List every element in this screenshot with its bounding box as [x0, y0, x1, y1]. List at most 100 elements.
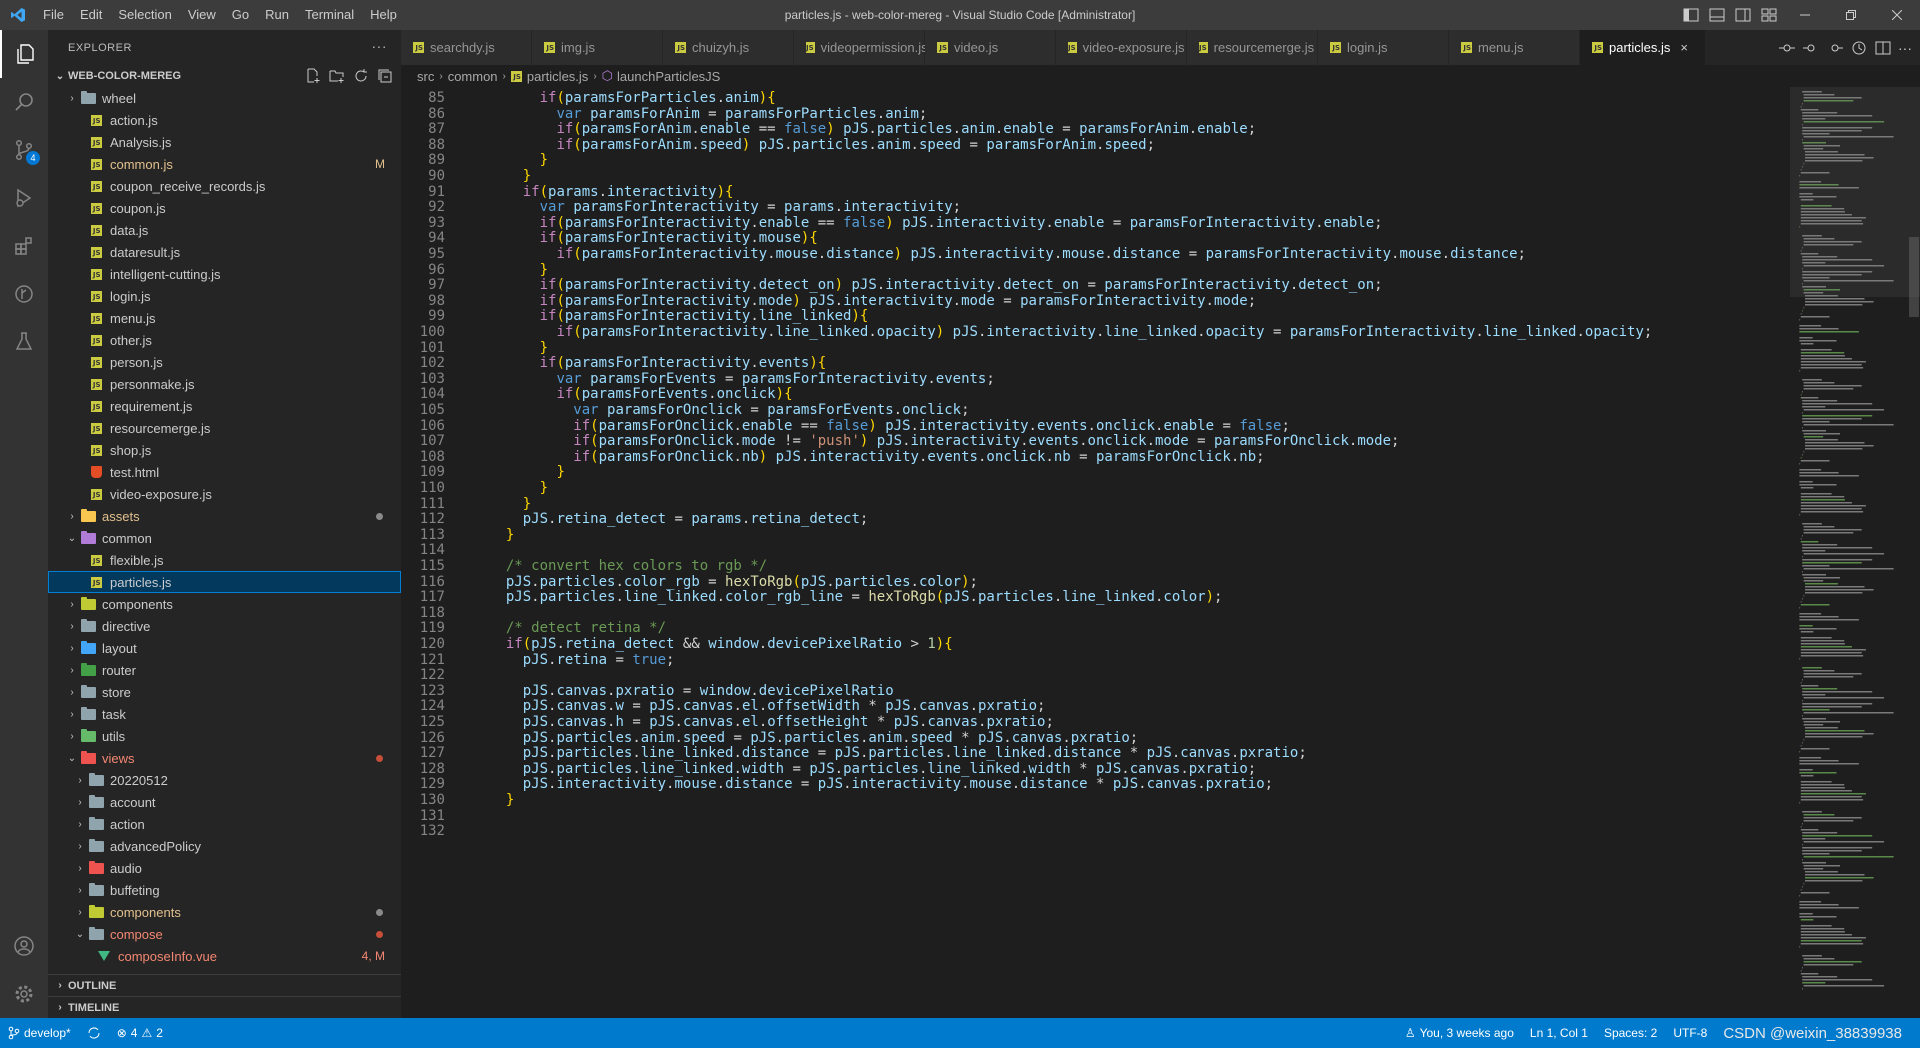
vertical-scrollbar[interactable]: [1906, 87, 1920, 1018]
code-line[interactable]: if(paramsForInteractivity.mode) pJS.inte…: [489, 293, 1257, 309]
indentation[interactable]: Spaces: 2: [1596, 1026, 1665, 1040]
sync-status[interactable]: [79, 1026, 109, 1040]
manage-gear-icon[interactable]: [0, 970, 48, 1018]
minimap[interactable]: [1790, 87, 1920, 1018]
code-line[interactable]: if(paramsForInteractivity.line_linked.op…: [489, 324, 1652, 340]
run-debug-activity-icon[interactable]: [0, 174, 48, 222]
file-item[interactable]: JS dataresult.js: [48, 241, 401, 263]
file-item[interactable]: JS intelligent-cutting.js: [48, 263, 401, 285]
close-tab-icon[interactable]: ×: [1680, 40, 1688, 55]
open-changes-icon[interactable]: [1778, 39, 1796, 57]
git-blame-status[interactable]: ♙ You, 3 weeks ago: [1397, 1026, 1522, 1040]
minimap-slider[interactable]: [1790, 87, 1920, 297]
menu-terminal[interactable]: Terminal: [297, 0, 362, 30]
file-item[interactable]: JS login.js: [48, 285, 401, 307]
file-item[interactable]: JS particles.js: [48, 571, 401, 593]
search-activity-icon[interactable]: [0, 78, 48, 126]
code-line[interactable]: var paramsForOnclick = paramsForEvents.o…: [489, 402, 969, 418]
file-item[interactable]: JS menu.js: [48, 307, 401, 329]
code-line[interactable]: if(paramsForInteractivity.enable == fals…: [489, 215, 1383, 231]
menu-file[interactable]: File: [35, 0, 72, 30]
folder-item[interactable]: › store: [48, 681, 401, 703]
code-line[interactable]: pJS.particles.anim.speed = pJS.particles…: [489, 730, 1138, 746]
editor-tab[interactable]: JS video-exposure.js: [1056, 30, 1187, 65]
code-line[interactable]: }: [489, 152, 548, 168]
encoding[interactable]: UTF-8: [1665, 1026, 1715, 1040]
code-line[interactable]: pJS.retina = true;: [489, 652, 675, 668]
testing-activity-icon[interactable]: [0, 318, 48, 366]
menu-view[interactable]: View: [180, 0, 224, 30]
menu-go[interactable]: Go: [224, 0, 257, 30]
file-item[interactable]: JS resourcemerge.js: [48, 417, 401, 439]
folder-item[interactable]: ⌄ common: [48, 527, 401, 549]
breadcrumb-common[interactable]: common: [448, 69, 498, 84]
code-line[interactable]: /* convert hex colors to rgb */: [489, 558, 767, 574]
folder-item[interactable]: ⌄ views: [48, 747, 401, 769]
extensions-activity-icon[interactable]: [0, 222, 48, 270]
code-line[interactable]: if(pJS.retina_detect && window.devicePix…: [489, 636, 953, 652]
cursor-position[interactable]: Ln 1, Col 1: [1522, 1026, 1596, 1040]
editor-tab[interactable]: JS chuizyh.js: [663, 30, 794, 65]
explorer-activity-icon[interactable]: [0, 30, 48, 78]
toggle-sidebar-icon[interactable]: [1678, 0, 1704, 30]
more-editor-actions-icon[interactable]: ···: [1898, 40, 1912, 56]
folder-item[interactable]: › action: [48, 813, 401, 835]
code-line[interactable]: if(paramsForAnim.speed) pJS.particles.an…: [489, 137, 1155, 153]
file-item[interactable]: JS requirement.js: [48, 395, 401, 417]
file-item[interactable]: JS other.js: [48, 329, 401, 351]
code-line[interactable]: }: [489, 262, 548, 278]
breadcrumb-file[interactable]: particles.js: [527, 69, 588, 84]
file-item[interactable]: JS coupon.js: [48, 197, 401, 219]
code-line[interactable]: if(paramsForInteractivity.mouse.distance…: [489, 246, 1526, 262]
folder-item[interactable]: › buffeting: [48, 879, 401, 901]
code-line[interactable]: }: [489, 480, 548, 496]
timeline-icon[interactable]: [1850, 39, 1868, 57]
close-window-icon[interactable]: [1874, 0, 1920, 30]
code-line[interactable]: if(paramsForEvents.onclick){: [489, 386, 792, 402]
code-line[interactable]: }: [489, 496, 531, 512]
code-line[interactable]: pJS.particles.color_rgb = hexToRgb(pJS.p…: [489, 574, 978, 590]
editor-tab[interactable]: JS video.js: [925, 30, 1056, 65]
menu-help[interactable]: Help: [362, 0, 405, 30]
git-graph-activity-icon[interactable]: [0, 270, 48, 318]
accounts-activity-icon[interactable]: [0, 922, 48, 970]
outline-section[interactable]: › OUTLINE: [48, 974, 401, 996]
code-line[interactable]: pJS.particles.line_linked.color_rgb_line…: [489, 589, 1223, 605]
file-item[interactable]: JS personmake.js: [48, 373, 401, 395]
code-line[interactable]: }: [489, 527, 514, 543]
code-line[interactable]: pJS.particles.line_linked.width = pJS.pa…: [489, 761, 1256, 777]
code-line[interactable]: pJS.interactivity.mouse.distance = pJS.i…: [489, 776, 1273, 792]
code-line[interactable]: if(paramsForInteractivity.events){: [489, 355, 827, 371]
file-item[interactable]: JS coupon_receive_records.js: [48, 175, 401, 197]
file-item[interactable]: JS common.js M: [48, 153, 401, 175]
folder-item[interactable]: › audio: [48, 857, 401, 879]
code-line[interactable]: }: [489, 168, 531, 184]
problems-status[interactable]: ⊗ 4 ⚠ 2: [109, 1026, 171, 1040]
code-line[interactable]: pJS.retina_detect = params.retina_detect…: [489, 511, 869, 527]
code-line[interactable]: if(paramsForOnclick.mode != 'push') pJS.…: [489, 433, 1399, 449]
file-item[interactable]: JS action.js: [48, 109, 401, 131]
code-line[interactable]: if(paramsForAnim.enable == false) pJS.pa…: [489, 121, 1256, 137]
folder-item[interactable]: › assets: [48, 505, 401, 527]
new-folder-icon[interactable]: [329, 68, 345, 84]
restore-icon[interactable]: [1828, 0, 1874, 30]
customize-layout-icon[interactable]: [1756, 0, 1782, 30]
code-editor[interactable]: 85 if(paramsForParticles.anim){86 var pa…: [401, 87, 1791, 1018]
file-item[interactable]: test.html: [48, 461, 401, 483]
more-actions-icon[interactable]: ···: [372, 38, 388, 54]
folder-item[interactable]: › advancedPolicy: [48, 835, 401, 857]
refresh-icon[interactable]: [353, 68, 369, 84]
code-line[interactable]: if(paramsForOnclick.nb) pJS.interactivit…: [489, 449, 1264, 465]
split-editor-icon[interactable]: [1874, 39, 1892, 57]
branch-status[interactable]: develop*: [0, 1026, 79, 1040]
code-line[interactable]: var paramsForInteractivity = params.inte…: [489, 199, 962, 215]
folder-item[interactable]: › components: [48, 593, 401, 615]
menu-edit[interactable]: Edit: [72, 0, 110, 30]
editor-tab[interactable]: JS resourcemerge.js: [1187, 30, 1318, 65]
folder-item[interactable]: › 20220512: [48, 769, 401, 791]
code-line[interactable]: pJS.canvas.h = pJS.canvas.el.offsetHeigh…: [489, 714, 1054, 730]
editor-tab[interactable]: JS img.js: [532, 30, 663, 65]
code-line[interactable]: pJS.particles.line_linked.distance = pJS…: [489, 745, 1307, 761]
code-line[interactable]: if(paramsForInteractivity.detect_on) pJS…: [489, 277, 1383, 293]
new-file-icon[interactable]: [305, 68, 321, 84]
